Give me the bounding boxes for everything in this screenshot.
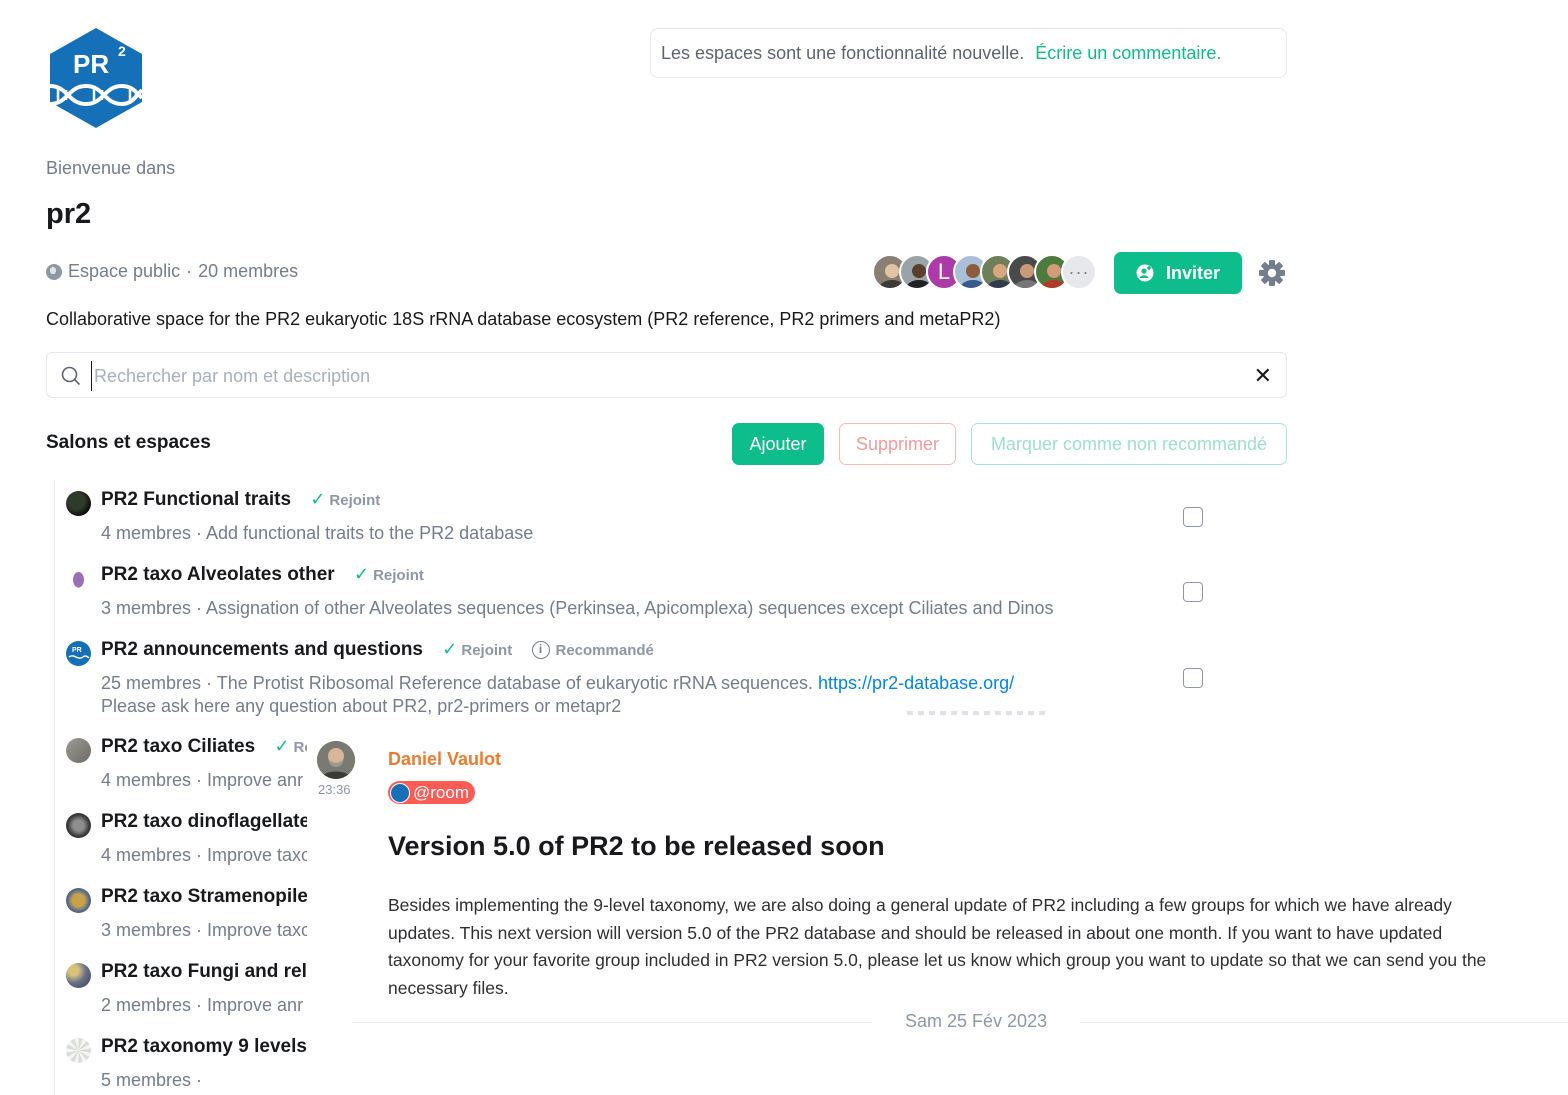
room-name: PR2 announcements and questions: [101, 639, 423, 660]
room-name: PR2 taxo Fungi and rela: [101, 961, 318, 982]
room-mention-pill[interactable]: @room: [388, 781, 475, 804]
checkmark-icon: ✓: [354, 564, 370, 584]
room-checkbox[interactable]: [1183, 668, 1203, 688]
invite-button[interactable]: Inviter: [1114, 252, 1242, 294]
tree-connector: [54, 480, 55, 1095]
room-name: PR2 taxo Stramenopile: [101, 886, 308, 907]
message-preview: 23:36 Daniel Vaulot @room Version 5.0 of…: [307, 711, 1568, 1095]
message-timestamp: 23:36: [318, 782, 351, 797]
welcome-label: Bienvenue dans: [46, 158, 176, 178]
settings-gear-icon[interactable]: [1258, 259, 1286, 287]
checkmark-icon: ✓: [442, 639, 458, 659]
room-description: 5 membres ·: [101, 1070, 203, 1090]
mention-label: @room: [413, 782, 469, 802]
room-name: PR2 taxo Ciliates: [101, 736, 256, 757]
search-icon: [61, 366, 81, 386]
room-checkbox[interactable]: [1183, 507, 1203, 527]
clear-search-icon[interactable]: ✕: [1254, 363, 1272, 389]
pr2-room-icon: PR: [66, 641, 91, 666]
room-description: 3 membres · Assignation of other Alveola…: [101, 598, 1054, 618]
room-description: 4 membres · Improve taxo: [101, 845, 312, 865]
room-name: PR2 taxo dinoflagellate: [101, 811, 311, 832]
space-description: Collaborative space for the PR2 eukaryot…: [46, 309, 1001, 329]
add-button[interactable]: Ajouter: [732, 423, 824, 465]
add-user-icon: [1136, 264, 1154, 282]
notice-text: Les espaces sont une fonctionnalité nouv…: [661, 42, 1025, 63]
room-avatar-icon: [66, 566, 91, 591]
member-avatars[interactable]: L ···: [872, 254, 1097, 292]
checkmark-icon: ✓: [310, 489, 326, 509]
room-description: 25 membres · The Protist Ribosomal Refer…: [101, 673, 1015, 716]
delete-button[interactable]: Supprimer: [839, 423, 956, 465]
space-title: pr2: [46, 198, 92, 230]
room-name: PR2 taxo Alveolates other: [101, 564, 335, 585]
room-avatar-icon: [66, 738, 91, 763]
sender-avatar[interactable]: [317, 741, 355, 779]
svg-text:PR: PR: [72, 647, 82, 654]
invite-label: Inviter: [1165, 262, 1221, 283]
room-avatar-icon: [66, 888, 91, 913]
rooms-section-title: Salons et espaces: [46, 432, 211, 453]
room-name: PR2 taxonomy 9 levels: [101, 1036, 307, 1057]
room-avatar-icon: [66, 813, 91, 838]
message-body: Besides implementing the 9-level taxonom…: [388, 895, 1487, 999]
feedback-link[interactable]: Écrire un commentaire.: [1035, 43, 1221, 64]
meta-separator: ·: [186, 261, 193, 281]
room-link[interactable]: https://pr2-database.org/: [818, 673, 1014, 693]
room-checkbox[interactable]: [1183, 582, 1203, 602]
joined-badge: ✓ Rejoint: [310, 489, 381, 509]
member-count[interactable]: 20 membres: [198, 261, 298, 282]
room-name: PR2 Functional traits: [101, 489, 292, 510]
joined-badge: ✓ Rejoint: [354, 564, 424, 584]
message-heading: Version 5.0 of PR2 to be released soon: [388, 831, 885, 861]
divider: [352, 1022, 872, 1023]
ghost-text-fragment: [907, 711, 1047, 715]
date-separator: Sam 25 Fév 2023: [307, 1011, 1568, 1033]
pr2-logo: PR 2: [49, 28, 144, 128]
room-description: 4 membres · Improve anr: [101, 770, 304, 790]
recommended-badge: i Recommandé: [531, 641, 654, 659]
svg-text:2: 2: [118, 43, 126, 59]
space-meta: Espace public · 20 membres: [46, 261, 298, 282]
room-search: ✕: [46, 352, 1287, 398]
beta-notice: Les espaces sont une fonctionnalité nouv…: [650, 28, 1287, 78]
mark-not-recommended-button[interactable]: Marquer comme non recommandé: [971, 423, 1287, 465]
pr2-room-icon: [390, 782, 410, 803]
info-icon: i: [531, 641, 550, 659]
room-description: 3 membres · Improve taxo: [101, 920, 312, 940]
svg-text:PR: PR: [73, 49, 109, 79]
room-avatar-icon: [66, 963, 91, 988]
sender-name[interactable]: Daniel Vaulot: [388, 749, 501, 770]
checkmark-icon: ✓: [274, 736, 290, 756]
date-label: Sam 25 Fév 2023: [905, 1011, 1048, 1031]
visibility-label: Espace public: [68, 261, 181, 281]
room-avatar-icon: [66, 491, 91, 516]
room-avatar-icon: [66, 1038, 91, 1063]
more-members[interactable]: ···: [1061, 254, 1097, 290]
room-description: 4 membres · Add functional traits to the…: [101, 523, 534, 543]
room-description: 2 membres · Improve anr: [101, 995, 304, 1015]
search-input[interactable]: [91, 361, 1241, 391]
joined-badge: ✓ Rejoint: [442, 639, 513, 659]
globe-icon: [46, 263, 62, 280]
divider: [1080, 1022, 1568, 1023]
